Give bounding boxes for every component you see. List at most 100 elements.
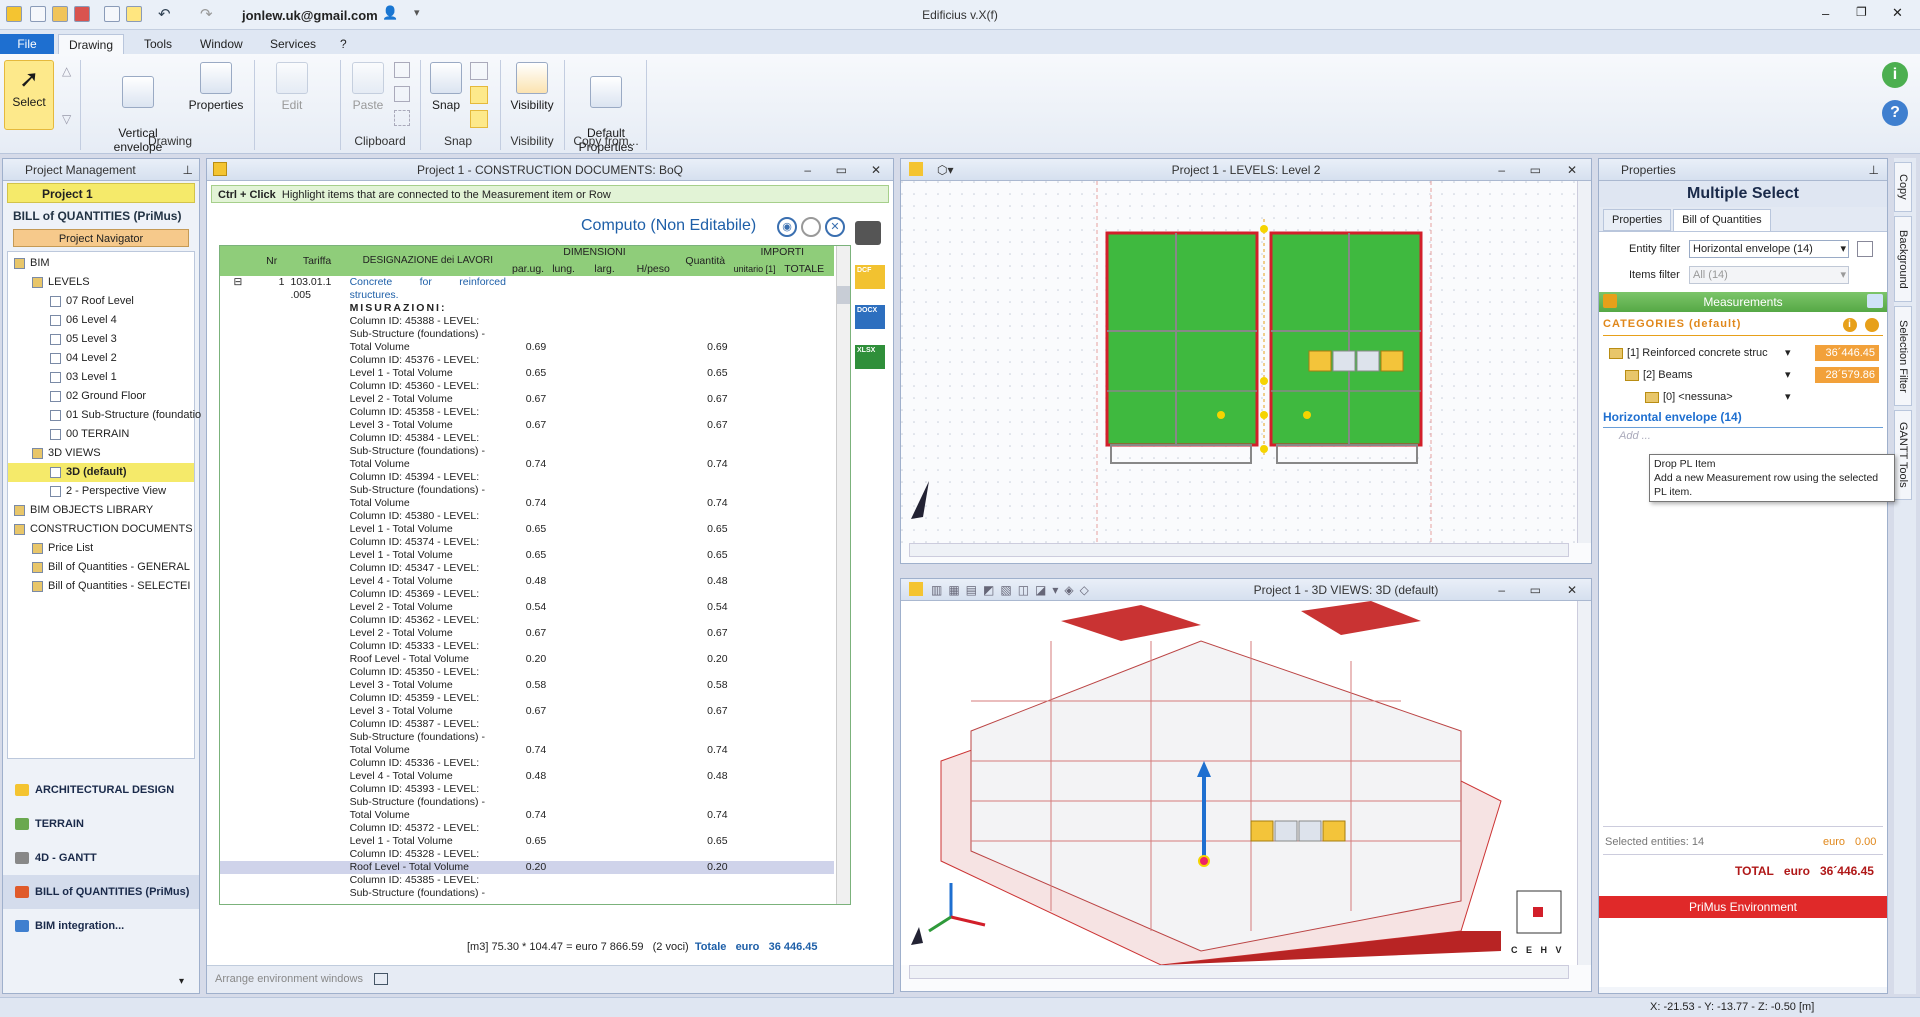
close-icon[interactable]: ✕ (1567, 159, 1577, 181)
tools-icon[interactable]: ✕ (825, 217, 845, 237)
side-tab-background[interactable]: Background (1894, 216, 1912, 302)
table-row[interactable]: Sub-Structure (foundations) - (220, 445, 834, 458)
chevron-down-icon[interactable]: ▾ (1785, 364, 1791, 386)
table-row[interactable]: Level 1 - Total Volume 0.65 0.65 (220, 523, 834, 536)
nav-terrain[interactable]: TERRAIN (3, 807, 199, 841)
table-row[interactable]: Level 1 - Total Volume 0.65 0.65 (220, 835, 834, 848)
tab-bill-of-quantities[interactable]: Bill of Quantities (1673, 209, 1771, 231)
paste-button[interactable]: Paste (346, 62, 390, 112)
table-row[interactable]: Sub-Structure (foundations) - (220, 887, 834, 900)
table-row[interactable]: Sub-Structure (foundations) - (220, 796, 834, 809)
help-icon[interactable]: ? (1882, 100, 1908, 126)
select-all-icon[interactable] (394, 110, 410, 126)
view3d-canvas[interactable] (901, 601, 1577, 965)
table-row[interactable]: Level 1 - Total Volume 0.65 0.65 (220, 549, 834, 562)
pin-icon[interactable]: ⊥ (1869, 159, 1879, 181)
table-row[interactable]: Column ID: 45374 - LEVEL: (220, 536, 834, 549)
tree-item[interactable]: 07 Roof Level (8, 292, 194, 311)
table-row[interactable]: Roof Level - Total Volume 0.20 0.20 (220, 861, 834, 874)
tree-item[interactable]: 06 Level 4 (8, 311, 194, 330)
table-row[interactable]: Level 4 - Total Volume 0.48 0.48 (220, 770, 834, 783)
table-row[interactable]: Column ID: 45394 - LEVEL: (220, 471, 834, 484)
table-row[interactable]: Column ID: 45358 - LEVEL: (220, 406, 834, 419)
table-row[interactable]: Column ID: 45336 - LEVEL: (220, 757, 834, 770)
export-xlsx-icon[interactable]: XLSX (855, 345, 885, 369)
vertical-envelope-button[interactable]: Vertical envelope (100, 62, 176, 168)
tree-item[interactable]: BIM OBJECTS LIBRARY (8, 501, 194, 520)
category-row[interactable]: [0] <nessuna> ▾ (1599, 386, 1889, 408)
table-row[interactable]: Level 3 - Total Volume 0.67 0.67 (220, 705, 834, 718)
table-row[interactable]: Column ID: 45380 - LEVEL: (220, 510, 834, 523)
chevron-down-icon[interactable]: ▾ (1785, 342, 1791, 364)
tree-item[interactable]: 3D VIEWS (8, 444, 194, 463)
nav-4d-gantt[interactable]: 4D - GANTT (3, 841, 199, 875)
tree-item[interactable]: Price List (8, 539, 194, 558)
edit-button[interactable]: Edit (262, 62, 322, 112)
table-row[interactable]: Level 2 - Total Volume 0.67 0.67 (220, 627, 834, 640)
horizontal-envelope-link[interactable]: Horizontal envelope (14) (1603, 410, 1883, 428)
tree-item[interactable]: 02 Ground Floor (8, 387, 194, 406)
scroll-up-icon[interactable]: △ (62, 64, 71, 78)
tab-tools[interactable]: Tools (134, 34, 182, 54)
expand-more-icon[interactable]: ▾ (179, 976, 184, 987)
table-row[interactable]: Sub-Structure (foundations) - (220, 328, 834, 341)
tab-services[interactable]: Services (260, 34, 326, 54)
table-row[interactable]: Column ID: 45333 - LEVEL: (220, 640, 834, 653)
table-row[interactable]: Sub-Structure (foundations) - (220, 731, 834, 744)
measurements-bar[interactable]: Measurements (1599, 292, 1887, 312)
table-row[interactable]: Level 3 - Total Volume 0.58 0.58 (220, 679, 834, 692)
table-row[interactable]: Column ID: 45385 - LEVEL: (220, 874, 834, 887)
copy-icon[interactable] (394, 62, 410, 78)
arrange-icon[interactable] (374, 973, 389, 986)
view-cube-labels[interactable]: C E H V (1511, 945, 1565, 955)
nav-architectural-design[interactable]: ARCHITECTURAL DESIGN (3, 773, 199, 807)
nav-bim-integration[interactable]: BIM integration... (3, 909, 199, 943)
table-row[interactable]: Column ID: 45360 - LEVEL: (220, 380, 834, 393)
table-row[interactable]: Column ID: 45387 - LEVEL: (220, 718, 834, 731)
tree-item[interactable]: Bill of Quantities - SELECTEI (8, 577, 194, 596)
level-plan-canvas[interactable] (901, 181, 1577, 543)
close-icon[interactable]: ✕ (1892, 5, 1903, 21)
table-row[interactable]: Column ID: 45376 - LEVEL: (220, 354, 834, 367)
view3d-toolbar-icons[interactable]: ▥▦▤◩▧◫◪▾◈◇ (931, 579, 1095, 601)
tree-item[interactable]: 03 Level 1 (8, 368, 194, 387)
tree-item[interactable]: CONSTRUCTION DOCUMENTS (8, 520, 194, 539)
maximize-icon[interactable]: ▭ (1530, 159, 1541, 181)
tab-properties[interactable]: Properties (1603, 209, 1672, 231)
table-row[interactable]: Column ID: 45384 - LEVEL: (220, 432, 834, 445)
info-icon[interactable]: i (1882, 62, 1908, 88)
minimize-icon[interactable]: – (1498, 579, 1505, 601)
table-row[interactable]: Roof Level - Total Volume 0.20 0.20 (220, 653, 834, 666)
filter-edit-icon[interactable] (1857, 241, 1873, 257)
table-row[interactable]: Column ID: 45393 - LEVEL: (220, 783, 834, 796)
table-row[interactable]: Column ID: 45369 - LEVEL: (220, 588, 834, 601)
table-row[interactable]: Column ID: 45350 - LEVEL: (220, 666, 834, 679)
snap-button[interactable]: Snap (426, 62, 466, 112)
table-row[interactable]: Level 1 - Total Volume 0.65 0.65 (220, 367, 834, 380)
project-navigator-button[interactable]: Project Navigator (13, 229, 189, 247)
boq-scrollbar[interactable] (836, 246, 850, 904)
table-row[interactable]: Level 2 - Total Volume 0.67 0.67 (220, 393, 834, 406)
table-row[interactable]: Total Volume 0.69 0.69 (220, 341, 834, 354)
cut-icon[interactable] (394, 86, 410, 102)
tree-item[interactable]: LEVELS (8, 273, 194, 292)
pin-icon[interactable]: ⊥ (183, 159, 193, 181)
close-icon[interactable]: ✕ (871, 159, 881, 181)
boq-item-row[interactable]: ⊟ 1 103.01.1 .005 Concrete for reinforced s… (220, 276, 834, 302)
view-eye-icon[interactable]: ◉ (777, 217, 797, 237)
close-icon[interactable]: ✕ (1567, 579, 1577, 601)
restore-icon[interactable]: ❐ (1856, 5, 1867, 19)
collapse-icon[interactable]: ⊟ (220, 276, 256, 302)
scroll-down-icon[interactable]: ▽ (62, 112, 71, 126)
add-placeholder[interactable]: Add ... (1619, 430, 1651, 442)
side-tab-copy[interactable]: Copy (1894, 162, 1912, 212)
table-row[interactable]: Total Volume 0.74 0.74 (220, 497, 834, 510)
visibility-button[interactable]: Visibility (506, 62, 558, 112)
table-row[interactable]: Column ID: 45328 - LEVEL: (220, 848, 834, 861)
table-row[interactable]: Level 3 - Total Volume 0.67 0.67 (220, 419, 834, 432)
export-dcf-icon[interactable]: DCF (855, 265, 885, 289)
entity-filter-select[interactable]: Horizontal envelope (14) ▾ (1689, 240, 1849, 258)
tab-window[interactable]: Window (190, 34, 253, 54)
category-row[interactable]: [2] Beams ▾ 28´579.86 (1599, 364, 1889, 386)
tab-file[interactable]: File (0, 34, 54, 54)
